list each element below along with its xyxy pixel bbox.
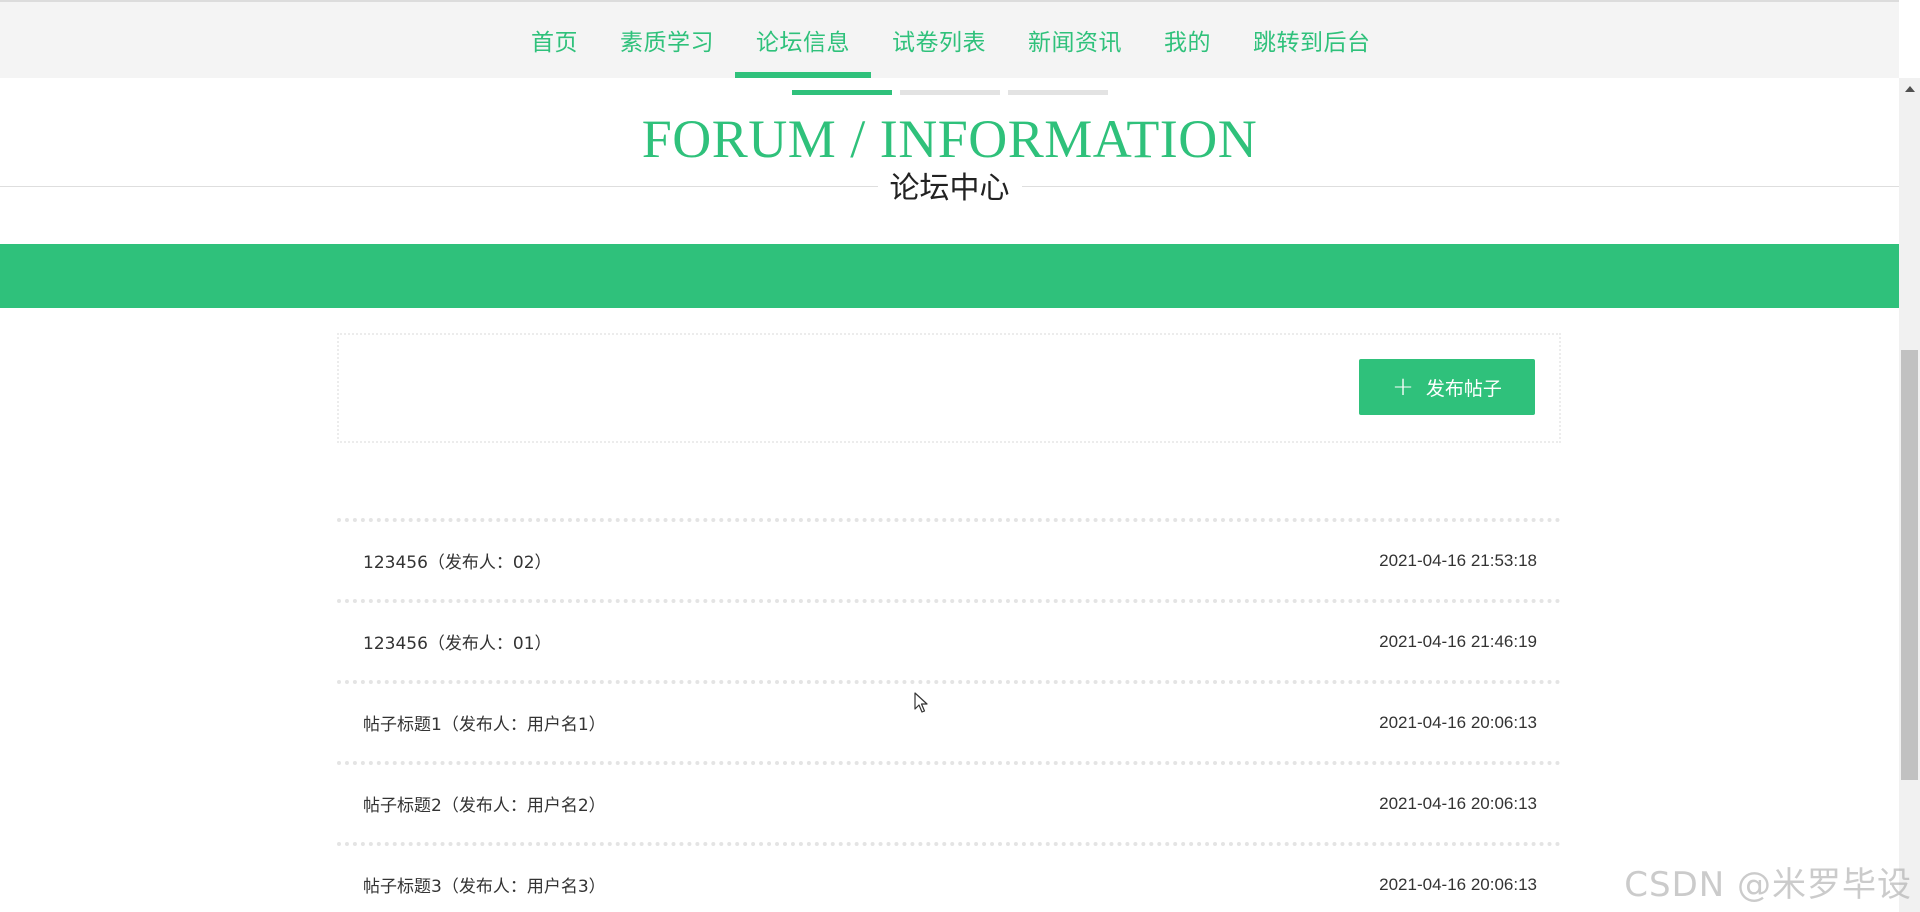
scroll-thumb[interactable] <box>1901 350 1918 780</box>
section-title-en: FORUM / INFORMATION <box>641 109 1258 169</box>
post-row[interactable]: 123456（发布人：02） 2021-04-16 21:53:18 <box>337 518 1561 599</box>
post-row[interactable]: 帖子标题1（发布人：用户名1） 2021-04-16 20:06:13 <box>337 680 1561 761</box>
post-time: 2021-04-16 21:46:19 <box>1379 631 1537 651</box>
post-row[interactable]: 123456（发布人：01） 2021-04-16 21:46:19 <box>337 599 1561 680</box>
post-title[interactable]: 123456（发布人：01） <box>363 629 552 654</box>
page-scrollbar[interactable] <box>1899 78 1920 912</box>
nav-item-news[interactable]: 新闻资讯 <box>1007 2 1143 78</box>
watermark: CSDN @米罗毕设 <box>1624 865 1912 905</box>
decor-tab <box>1008 90 1108 95</box>
publish-post-label: 发布帖子 <box>1425 377 1502 400</box>
nav-list: 首页 素质学习 论坛信息 试卷列表 新闻资讯 我的 跳转到后台 <box>510 2 1392 78</box>
mouse-cursor-icon <box>914 692 928 713</box>
post-time: 2021-04-16 20:06:13 <box>1379 793 1537 813</box>
nav-item-forum[interactable]: 论坛信息 <box>735 2 871 78</box>
plus-icon: + <box>1392 372 1414 402</box>
top-nav: 首页 素质学习 论坛信息 试卷列表 新闻资讯 我的 跳转到后台 <box>0 0 1899 78</box>
publish-post-button[interactable]: + 发布帖子 <box>1359 359 1535 415</box>
section-title-cn: 论坛中心 <box>877 170 1022 208</box>
nav-item-exam-list[interactable]: 试卷列表 <box>871 2 1007 78</box>
post-row[interactable]: 帖子标题3（发布人：用户名3） 2021-04-16 20:06:13 <box>337 842 1561 912</box>
post-time: 2021-04-16 20:06:13 <box>1379 712 1537 732</box>
section-decor-tabs <box>792 90 1108 95</box>
decor-tab-active <box>792 90 892 95</box>
post-row[interactable]: 帖子标题2（发布人：用户名2） 2021-04-16 20:06:13 <box>337 761 1561 842</box>
post-list: 123456（发布人：02） 2021-04-16 21:53:18 12345… <box>337 518 1561 912</box>
forum-toolbar: + 发布帖子 <box>337 333 1561 443</box>
section-title-cn-wrap: 论坛中心 <box>0 170 1899 208</box>
post-title[interactable]: 帖子标题1（发布人：用户名1） <box>363 710 606 735</box>
post-time: 2021-04-16 20:06:13 <box>1379 874 1537 894</box>
nav-item-admin[interactable]: 跳转到后台 <box>1232 2 1392 78</box>
nav-item-mine[interactable]: 我的 <box>1143 2 1232 78</box>
post-title[interactable]: 123456（发布人：02） <box>363 548 552 573</box>
post-title[interactable]: 帖子标题2（发布人：用户名2） <box>363 791 606 816</box>
scroll-up-arrow-icon[interactable] <box>1905 86 1915 92</box>
green-banner <box>0 244 1899 308</box>
decor-tab <box>900 90 1000 95</box>
post-title[interactable]: 帖子标题3（发布人：用户名3） <box>363 872 606 897</box>
nav-item-study[interactable]: 素质学习 <box>599 2 735 78</box>
nav-item-home[interactable]: 首页 <box>510 2 599 78</box>
page: 首页 素质学习 论坛信息 试卷列表 新闻资讯 我的 跳转到后台 FORUM / … <box>0 0 1920 912</box>
post-time: 2021-04-16 21:53:18 <box>1379 550 1537 570</box>
